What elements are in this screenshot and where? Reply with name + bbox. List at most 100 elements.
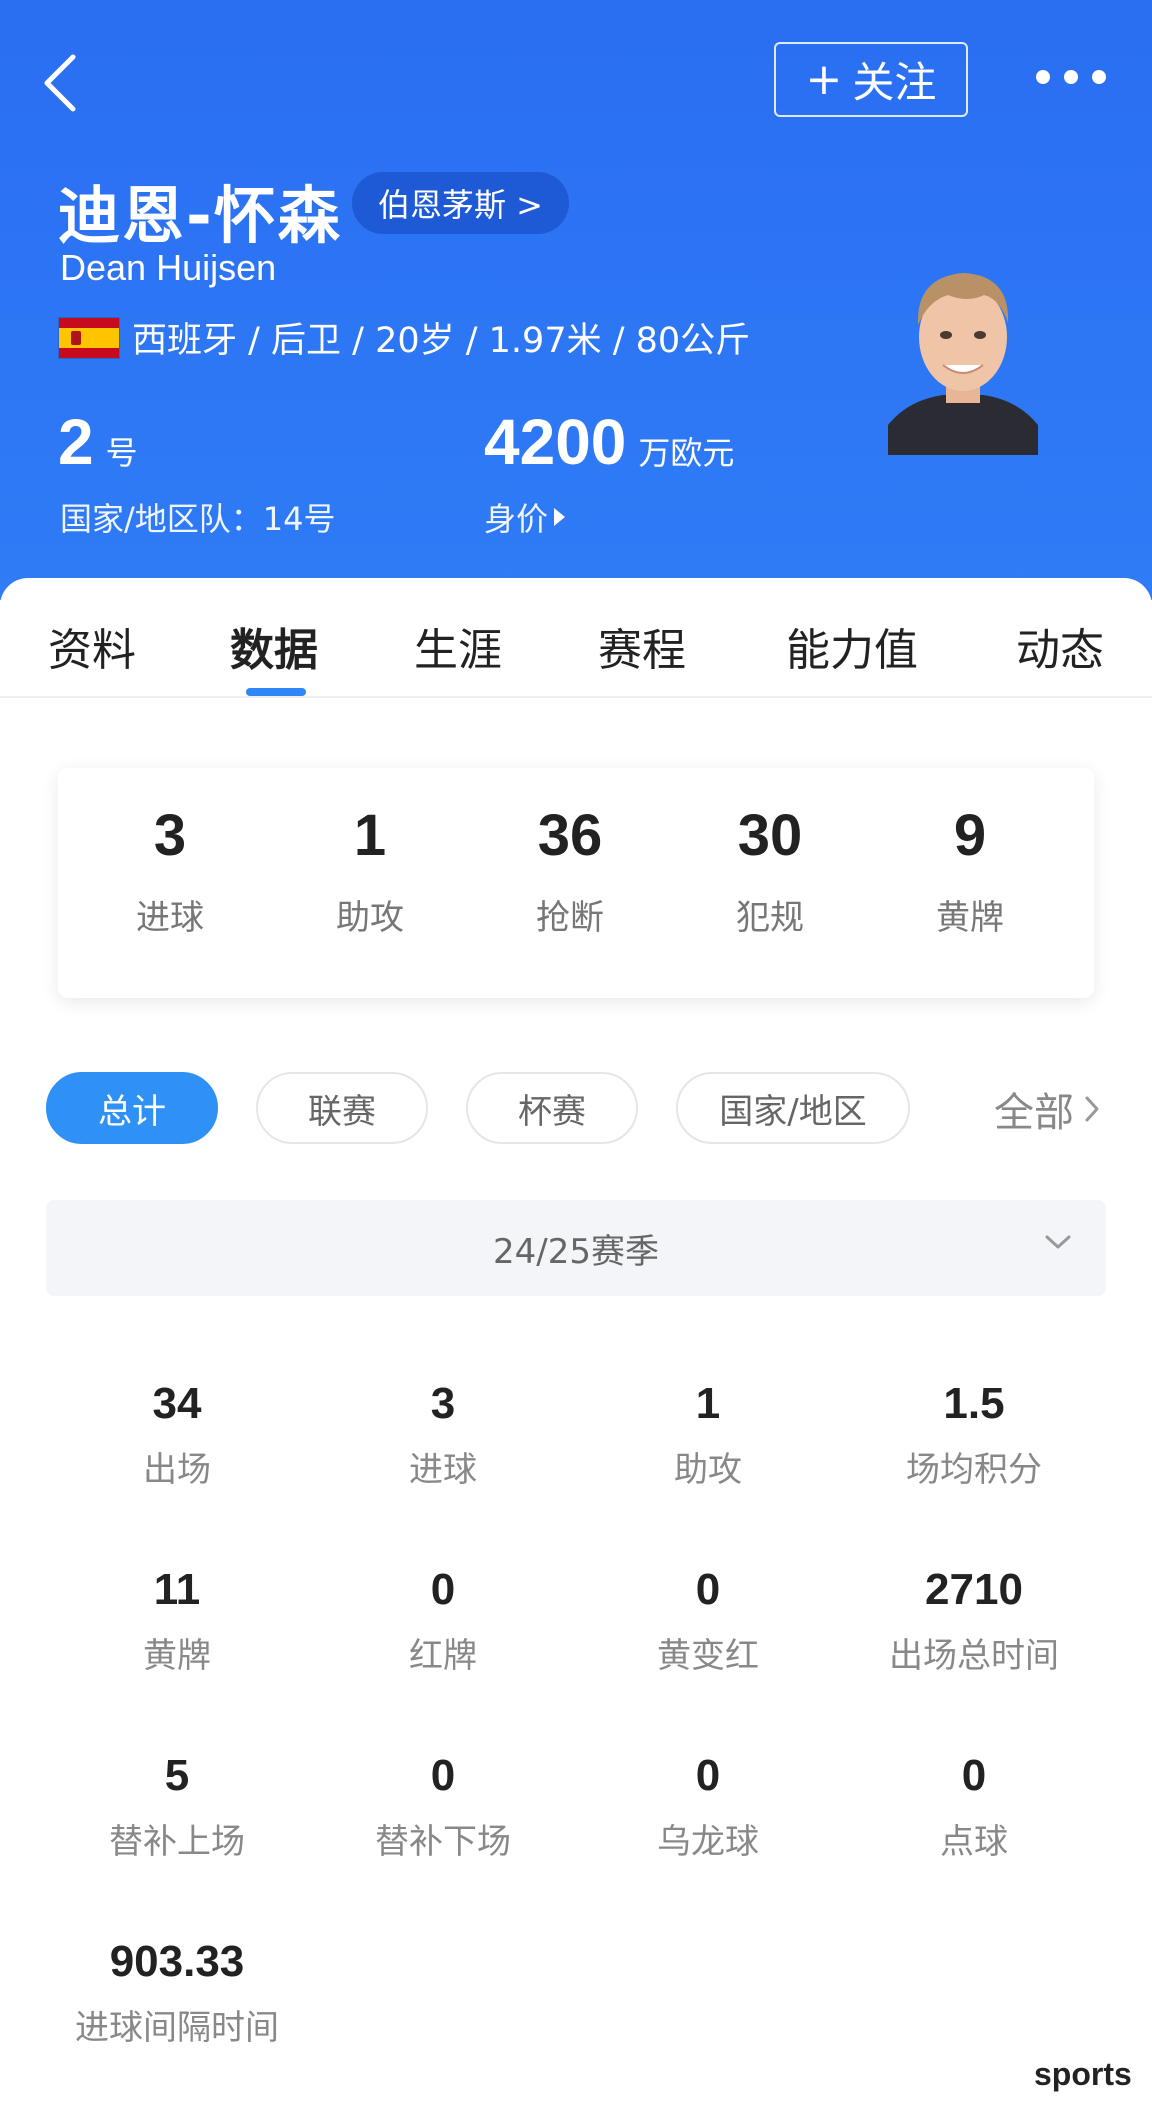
stat-item: 1.5 场均积分 bbox=[844, 1379, 1104, 1491]
summary-label: 犯规 bbox=[736, 897, 804, 938]
tab-ability[interactable]: 能力值 bbox=[786, 614, 918, 678]
summary-value: 1 bbox=[353, 803, 387, 868]
tab-bar: 资料 数据 生涯 赛程 能力值 动态 bbox=[0, 578, 1152, 698]
more-dots-icon bbox=[1036, 70, 1050, 84]
market-value-link[interactable]: 身价 bbox=[484, 494, 566, 540]
stat-value: 0 bbox=[695, 1751, 721, 1800]
tab-schedule[interactable]: 赛程 bbox=[598, 614, 686, 678]
tab-news[interactable]: 动态 bbox=[1016, 614, 1104, 678]
stat-label: 出场总时间 bbox=[889, 1636, 1059, 1677]
stat-value: 0 bbox=[430, 1565, 456, 1614]
follow-label: 关注 bbox=[852, 58, 937, 107]
shirt-number-unit: 号 bbox=[105, 434, 138, 472]
back-button[interactable] bbox=[30, 48, 90, 118]
stat-item: 2710 出场总时间 bbox=[844, 1565, 1104, 1677]
summary-value: 30 bbox=[737, 803, 803, 868]
summary-label: 黄牌 bbox=[936, 897, 1004, 938]
stat-item: 3 进球 bbox=[313, 1379, 573, 1491]
active-tab-indicator bbox=[246, 688, 306, 696]
market-value-unit: 万欧元 bbox=[638, 434, 735, 472]
spain-flag-icon bbox=[58, 316, 120, 359]
summary-item: 1 助攻 bbox=[270, 804, 470, 939]
stat-label: 乌龙球 bbox=[657, 1822, 759, 1863]
stat-item: 34 出场 bbox=[47, 1379, 307, 1491]
stat-label: 替补上场 bbox=[109, 1822, 245, 1863]
stat-item: 903.33 进球间隔时间 bbox=[47, 1937, 307, 2049]
stat-label: 进球 bbox=[409, 1450, 477, 1491]
content-panel: 资料 数据 生涯 赛程 能力值 动态 3 进球 1 助攻 36 抢断 30 犯规… bbox=[0, 578, 1152, 2105]
stat-label: 进球间隔时间 bbox=[75, 2008, 279, 2049]
stat-value: 1 bbox=[695, 1379, 721, 1428]
stat-item: 0 点球 bbox=[844, 1751, 1104, 1863]
player-name: 迪恩-怀森 bbox=[58, 179, 342, 252]
stat-value: 2710 bbox=[925, 1565, 1023, 1614]
more-options-button[interactable] bbox=[1036, 62, 1146, 92]
summary-label: 助攻 bbox=[336, 897, 404, 938]
chevron-right-icon bbox=[1085, 1096, 1099, 1122]
watermark-logo: sports bbox=[1034, 2056, 1132, 2092]
stat-item: 0 替补下场 bbox=[313, 1751, 573, 1863]
stat-label: 替补下场 bbox=[375, 1822, 511, 1863]
filter-league[interactable]: 联赛 bbox=[256, 1072, 428, 1144]
shirt-number: 2 号 bbox=[58, 405, 138, 479]
stat-item: 11 黄牌 bbox=[47, 1565, 307, 1677]
player-info-text: 西班牙 / 后卫 / 20岁 / 1.97米 / 80公斤 bbox=[132, 321, 751, 361]
back-arrow-icon bbox=[44, 54, 76, 112]
stat-value: 1.5 bbox=[943, 1379, 1005, 1428]
filter-total[interactable]: 总计 bbox=[46, 1072, 218, 1144]
summary-item: 9 黄牌 bbox=[870, 804, 1070, 939]
filter-all-button[interactable]: 全部 bbox=[994, 1080, 1100, 1138]
market-value-amount: 4200 bbox=[484, 406, 627, 478]
stat-label: 红牌 bbox=[409, 1636, 477, 1677]
stat-value: 903.33 bbox=[109, 1937, 245, 1986]
shirt-number-value: 2 bbox=[58, 406, 94, 478]
follow-button[interactable]: + 关注 bbox=[774, 42, 968, 117]
national-team-number: 国家/地区队：14号 bbox=[60, 500, 336, 538]
filter-all-label: 全部 bbox=[994, 1090, 1074, 1136]
stat-value: 0 bbox=[961, 1751, 987, 1800]
competition-filters: 总计 联赛 杯赛 国家/地区 全部 bbox=[0, 1072, 1152, 1144]
summary-label: 进球 bbox=[136, 897, 204, 938]
stat-label: 场均积分 bbox=[906, 1450, 1042, 1491]
tab-career[interactable]: 生涯 bbox=[414, 614, 502, 678]
filter-national[interactable]: 国家/地区 bbox=[676, 1072, 910, 1144]
summary-value: 36 bbox=[537, 803, 603, 868]
season-selector[interactable]: 24/25赛季 bbox=[46, 1200, 1106, 1296]
stat-item: 0 红牌 bbox=[313, 1565, 573, 1677]
summary-card: 3 进球 1 助攻 36 抢断 30 犯规 9 黄牌 bbox=[58, 768, 1094, 998]
stat-label: 出场 bbox=[143, 1450, 211, 1491]
player-name-english: Dean Huijsen bbox=[60, 247, 277, 288]
stat-value: 5 bbox=[164, 1751, 190, 1800]
stat-value: 0 bbox=[430, 1751, 456, 1800]
summary-value: 3 bbox=[153, 803, 187, 868]
season-label: 24/25赛季 bbox=[493, 1231, 659, 1272]
chevron-down-icon bbox=[1045, 1235, 1071, 1249]
stat-item: 5 替补上场 bbox=[47, 1751, 307, 1863]
player-info-row: 西班牙 / 后卫 / 20岁 / 1.97米 / 80公斤 bbox=[58, 312, 750, 363]
stat-value: 11 bbox=[153, 1565, 201, 1614]
plus-icon: + bbox=[805, 53, 843, 105]
stat-item: 0 黄变红 bbox=[578, 1565, 838, 1677]
stat-item: 0 乌龙球 bbox=[578, 1751, 838, 1863]
market-value: 4200 万欧元 bbox=[484, 405, 734, 479]
stat-value: 3 bbox=[430, 1379, 456, 1428]
tab-profile[interactable]: 资料 bbox=[48, 614, 136, 678]
player-header: + 关注 迪恩-怀森 伯恩茅斯 > Dean Huijsen 西班牙 / 后卫 … bbox=[0, 0, 1152, 600]
team-link[interactable]: 伯恩茅斯 > bbox=[352, 172, 569, 234]
filter-cup[interactable]: 杯赛 bbox=[466, 1072, 638, 1144]
summary-label: 抢断 bbox=[536, 897, 604, 938]
stat-value: 0 bbox=[695, 1565, 721, 1614]
summary-item: 36 抢断 bbox=[470, 804, 670, 939]
summary-value: 9 bbox=[953, 803, 987, 868]
stat-label: 黄牌 bbox=[143, 1636, 211, 1677]
stat-label: 点球 bbox=[940, 1822, 1008, 1863]
market-value-label: 身价 bbox=[484, 500, 549, 538]
summary-item: 30 犯规 bbox=[670, 804, 870, 939]
player-avatar bbox=[888, 273, 1038, 455]
stat-label: 黄变红 bbox=[657, 1636, 759, 1677]
triangle-right-icon bbox=[554, 508, 566, 526]
summary-item: 3 进球 bbox=[70, 804, 270, 939]
stat-item: 1 助攻 bbox=[578, 1379, 838, 1491]
tab-stats[interactable]: 数据 bbox=[230, 614, 318, 678]
stat-value: 34 bbox=[152, 1379, 202, 1428]
